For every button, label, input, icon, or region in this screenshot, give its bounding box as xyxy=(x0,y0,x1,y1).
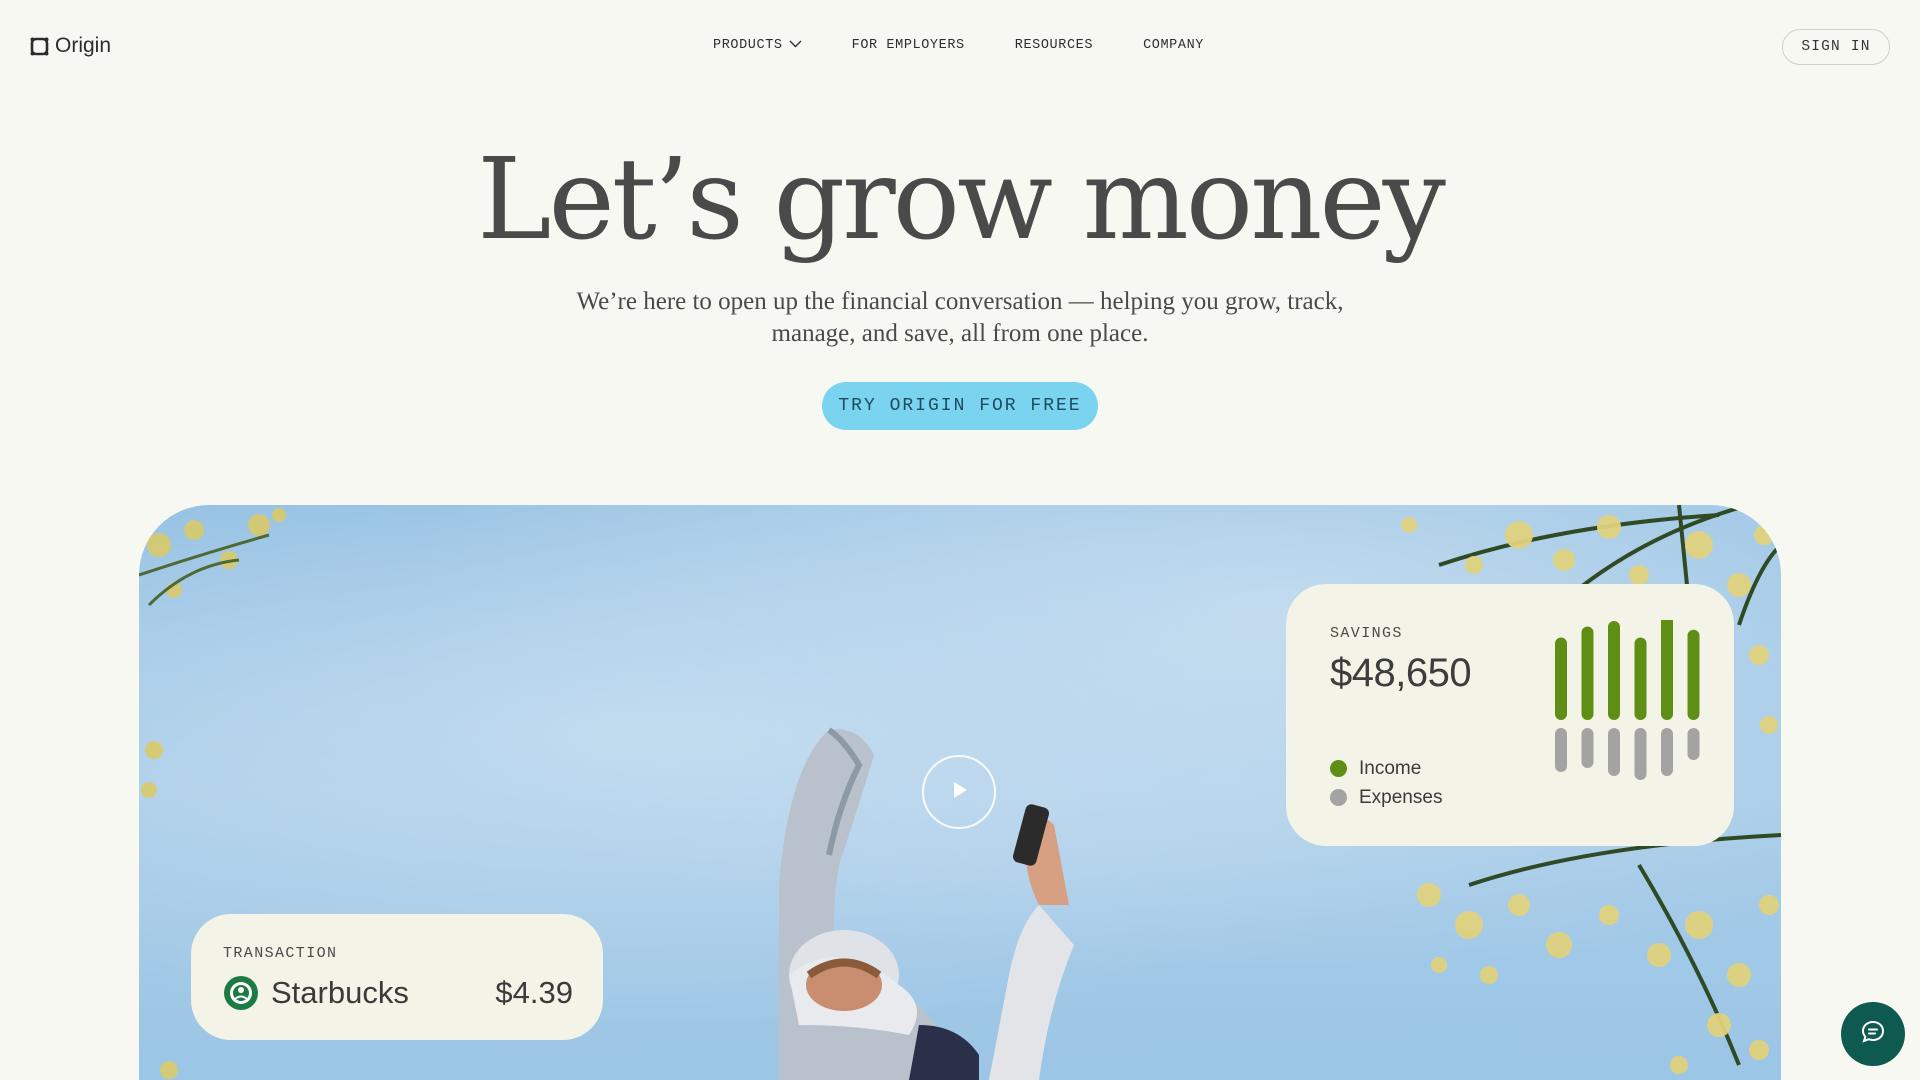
income-bar xyxy=(1634,637,1647,720)
hero-title: Let’s grow money xyxy=(477,135,1446,265)
income-bar xyxy=(1581,626,1594,720)
sign-in-button[interactable]: SIGN IN xyxy=(1782,29,1890,65)
starbucks-logo-icon xyxy=(223,975,259,1011)
chat-button[interactable] xyxy=(1841,1002,1905,1066)
play-button[interactable] xyxy=(922,755,996,829)
logo-text: Origin xyxy=(55,34,112,57)
try-origin-button[interactable]: TRY ORIGIN FOR FREE xyxy=(822,382,1098,430)
nav-company-label: COMPANY xyxy=(1143,38,1204,53)
hero-video[interactable]: SAVINGS $48,650 Income Expenses TRANSACT… xyxy=(139,505,1781,1080)
main-nav: PRODUCTS FOR EMPLOYERS RESOURCES COMPANY xyxy=(713,38,1204,53)
nav-resources-label: RESOURCES xyxy=(1014,38,1094,53)
chevron-down-icon xyxy=(789,38,802,53)
savings-card: SAVINGS $48,650 Income Expenses xyxy=(1286,584,1734,846)
origin-logo-icon xyxy=(30,37,49,56)
expenses-dot xyxy=(1330,789,1347,806)
origin-logo[interactable]: Origin xyxy=(30,34,111,58)
nav-resources[interactable]: RESOURCES xyxy=(1015,38,1093,53)
legend-income: Income xyxy=(1330,754,1442,783)
income-bar xyxy=(1555,637,1567,720)
nav-for-employers-label: FOR EMPLOYERS xyxy=(851,38,965,53)
transaction-label: TRANSACTION xyxy=(223,945,338,962)
expense-bar xyxy=(1581,728,1594,768)
savings-bar-chart xyxy=(1555,620,1700,780)
legend-expenses-label: Expenses xyxy=(1359,786,1443,808)
hero-subtitle: We’re here to open up the financial conv… xyxy=(540,286,1380,350)
savings-amount: $48,650 xyxy=(1330,651,1472,695)
chat-bubble-icon xyxy=(1859,1018,1887,1051)
hero-subtitle-line1: We’re here to open up the financial conv… xyxy=(576,288,1344,315)
savings-label: SAVINGS xyxy=(1330,625,1403,642)
legend-expenses: Expenses xyxy=(1330,783,1442,812)
transaction-merchant: Starbucks xyxy=(271,975,409,1010)
site-header: Origin PRODUCTS FOR EMPLOYERS RESOURCES … xyxy=(0,0,1920,94)
expense-bar xyxy=(1555,728,1567,772)
legend-income-label: Income xyxy=(1359,757,1422,779)
play-icon xyxy=(948,779,970,806)
nav-products[interactable]: PRODUCTS xyxy=(713,38,802,53)
income-bar xyxy=(1661,620,1673,720)
nav-products-label: PRODUCTS xyxy=(713,38,783,53)
transaction-card: TRANSACTION Starbucks $4.39 xyxy=(191,914,603,1040)
nav-for-employers[interactable]: FOR EMPLOYERS xyxy=(852,38,965,53)
savings-legend: Income Expenses xyxy=(1330,754,1442,812)
expense-bar xyxy=(1661,728,1673,776)
income-dot xyxy=(1330,760,1347,777)
hero-subtitle-line2: manage, and save, all from one place. xyxy=(771,320,1149,347)
expense-bar xyxy=(1608,728,1620,776)
expense-bar xyxy=(1687,728,1700,760)
transaction-amount: $4.39 xyxy=(495,975,573,1010)
income-bar xyxy=(1608,621,1620,720)
expense-bar xyxy=(1634,728,1647,780)
nav-company[interactable]: COMPANY xyxy=(1143,38,1204,53)
income-bar xyxy=(1687,629,1700,720)
